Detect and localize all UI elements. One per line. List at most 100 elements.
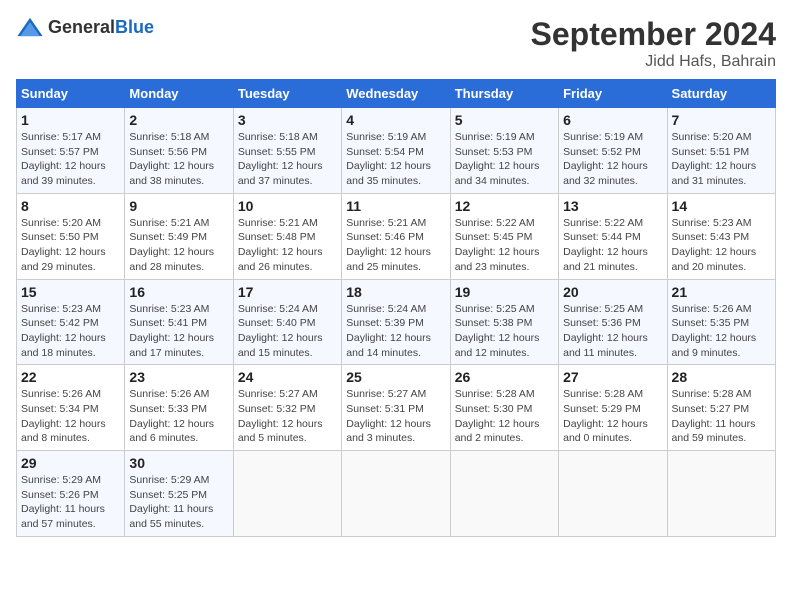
day-cell: 19 Sunrise: 5:25 AM Sunset: 5:38 PM Dayli… (450, 279, 558, 365)
day-cell: 13 Sunrise: 5:22 AM Sunset: 5:44 PM Dayli… (559, 193, 667, 279)
day-number: 10 (238, 198, 337, 214)
day-number: 25 (346, 369, 445, 385)
day-number: 17 (238, 284, 337, 300)
day-number: 3 (238, 112, 337, 128)
header-cell-sunday: Sunday (17, 80, 125, 108)
day-number: 27 (563, 369, 662, 385)
day-number: 5 (455, 112, 554, 128)
day-cell: 28 Sunrise: 5:28 AM Sunset: 5:27 PM Dayli… (667, 365, 775, 451)
day-info: Sunrise: 5:28 AM Sunset: 5:29 PM Dayligh… (563, 387, 662, 446)
logo: GeneralBlue (16, 16, 154, 38)
month-title: September 2024 (531, 16, 776, 53)
day-number: 30 (129, 455, 228, 471)
day-number: 4 (346, 112, 445, 128)
day-cell: 10 Sunrise: 5:21 AM Sunset: 5:48 PM Dayli… (233, 193, 341, 279)
day-number: 20 (563, 284, 662, 300)
day-number: 28 (672, 369, 771, 385)
day-cell (342, 451, 450, 537)
day-cell (667, 451, 775, 537)
page-header: GeneralBlue September 2024 Jidd Hafs, Ba… (16, 16, 776, 71)
day-info: Sunrise: 5:22 AM Sunset: 5:45 PM Dayligh… (455, 216, 554, 275)
day-cell: 17 Sunrise: 5:24 AM Sunset: 5:40 PM Dayli… (233, 279, 341, 365)
day-cell (233, 451, 341, 537)
day-cell (559, 451, 667, 537)
day-cell: 12 Sunrise: 5:22 AM Sunset: 5:45 PM Dayli… (450, 193, 558, 279)
day-cell: 15 Sunrise: 5:23 AM Sunset: 5:42 PM Dayli… (17, 279, 125, 365)
day-info: Sunrise: 5:25 AM Sunset: 5:36 PM Dayligh… (563, 302, 662, 361)
day-info: Sunrise: 5:23 AM Sunset: 5:42 PM Dayligh… (21, 302, 120, 361)
week-row-2: 8 Sunrise: 5:20 AM Sunset: 5:50 PM Daylig… (17, 193, 776, 279)
location-title: Jidd Hafs, Bahrain (531, 53, 776, 71)
day-info: Sunrise: 5:27 AM Sunset: 5:32 PM Dayligh… (238, 387, 337, 446)
day-info: Sunrise: 5:20 AM Sunset: 5:50 PM Dayligh… (21, 216, 120, 275)
day-number: 24 (238, 369, 337, 385)
header-row: SundayMondayTuesdayWednesdayThursdayFrid… (17, 80, 776, 108)
day-number: 16 (129, 284, 228, 300)
day-number: 7 (672, 112, 771, 128)
day-cell: 26 Sunrise: 5:28 AM Sunset: 5:30 PM Dayli… (450, 365, 558, 451)
day-info: Sunrise: 5:28 AM Sunset: 5:30 PM Dayligh… (455, 387, 554, 446)
day-number: 1 (21, 112, 120, 128)
day-number: 22 (21, 369, 120, 385)
day-cell: 9 Sunrise: 5:21 AM Sunset: 5:49 PM Daylig… (125, 193, 233, 279)
day-cell: 18Sunrise: 5:24 AM Sunset: 5:39 PM Dayli… (342, 279, 450, 365)
day-cell: 14 Sunrise: 5:23 AM Sunset: 5:43 PM Dayli… (667, 193, 775, 279)
day-cell: 2 Sunrise: 5:18 AM Sunset: 5:56 PM Daylig… (125, 108, 233, 194)
logo-text-general: General (48, 17, 115, 37)
day-cell: 16 Sunrise: 5:23 AM Sunset: 5:41 PM Dayli… (125, 279, 233, 365)
header-cell-tuesday: Tuesday (233, 80, 341, 108)
day-info: Sunrise: 5:28 AM Sunset: 5:27 PM Dayligh… (672, 387, 771, 446)
day-info: Sunrise: 5:23 AM Sunset: 5:43 PM Dayligh… (672, 216, 771, 275)
day-cell: 24 Sunrise: 5:27 AM Sunset: 5:32 PM Dayli… (233, 365, 341, 451)
day-info: Sunrise: 5:20 AM Sunset: 5:51 PM Dayligh… (672, 130, 771, 189)
day-info: Sunrise: 5:24 AM Sunset: 5:40 PM Dayligh… (238, 302, 337, 361)
day-info: Sunrise: 5:23 AM Sunset: 5:41 PM Dayligh… (129, 302, 228, 361)
day-info: Sunrise: 5:26 AM Sunset: 5:33 PM Dayligh… (129, 387, 228, 446)
day-number: 29 (21, 455, 120, 471)
day-number: 15 (21, 284, 120, 300)
day-info: Sunrise: 5:19 AM Sunset: 5:52 PM Dayligh… (563, 130, 662, 189)
day-number: 6 (563, 112, 662, 128)
header-cell-friday: Friday (559, 80, 667, 108)
day-info: Sunrise: 5:26 AM Sunset: 5:34 PM Dayligh… (21, 387, 120, 446)
day-info: Sunrise: 5:19 AM Sunset: 5:54 PM Dayligh… (346, 130, 445, 189)
header-cell-monday: Monday (125, 80, 233, 108)
day-info: Sunrise: 5:19 AM Sunset: 5:53 PM Dayligh… (455, 130, 554, 189)
day-info: Sunrise: 5:21 AM Sunset: 5:46 PM Dayligh… (346, 216, 445, 275)
week-row-3: 15 Sunrise: 5:23 AM Sunset: 5:42 PM Dayli… (17, 279, 776, 365)
day-number: 13 (563, 198, 662, 214)
day-number: 19 (455, 284, 554, 300)
calendar-table: SundayMondayTuesdayWednesdayThursdayFrid… (16, 79, 776, 537)
week-row-1: 1Sunrise: 5:17 AM Sunset: 5:57 PM Daylig… (17, 108, 776, 194)
day-info: Sunrise: 5:24 AM Sunset: 5:39 PM Dayligh… (346, 302, 445, 361)
day-number: 9 (129, 198, 228, 214)
day-cell (450, 451, 558, 537)
title-block: September 2024 Jidd Hafs, Bahrain (531, 16, 776, 71)
day-info: Sunrise: 5:21 AM Sunset: 5:49 PM Dayligh… (129, 216, 228, 275)
day-number: 14 (672, 198, 771, 214)
day-number: 23 (129, 369, 228, 385)
day-cell: 27 Sunrise: 5:28 AM Sunset: 5:29 PM Dayli… (559, 365, 667, 451)
day-cell: 11 Sunrise: 5:21 AM Sunset: 5:46 PM Dayli… (342, 193, 450, 279)
day-number: 11 (346, 198, 445, 214)
day-number: 26 (455, 369, 554, 385)
day-cell: 23 Sunrise: 5:26 AM Sunset: 5:33 PM Dayli… (125, 365, 233, 451)
day-cell: 22 Sunrise: 5:26 AM Sunset: 5:34 PM Dayli… (17, 365, 125, 451)
day-number: 8 (21, 198, 120, 214)
day-number: 2 (129, 112, 228, 128)
logo-icon (16, 16, 44, 38)
day-number: 12 (455, 198, 554, 214)
day-info: Sunrise: 5:21 AM Sunset: 5:48 PM Dayligh… (238, 216, 337, 275)
day-info: Sunrise: 5:29 AM Sunset: 5:26 PM Dayligh… (21, 473, 120, 532)
header-cell-saturday: Saturday (667, 80, 775, 108)
day-cell: 29 Sunrise: 5:29 AM Sunset: 5:26 PM Dayli… (17, 451, 125, 537)
logo-text-blue: Blue (115, 17, 154, 37)
day-cell: 4 Sunrise: 5:19 AM Sunset: 5:54 PM Daylig… (342, 108, 450, 194)
day-info: Sunrise: 5:18 AM Sunset: 5:56 PM Dayligh… (129, 130, 228, 189)
day-cell: 25Sunrise: 5:27 AM Sunset: 5:31 PM Dayli… (342, 365, 450, 451)
day-cell: 8 Sunrise: 5:20 AM Sunset: 5:50 PM Daylig… (17, 193, 125, 279)
day-info: Sunrise: 5:25 AM Sunset: 5:38 PM Dayligh… (455, 302, 554, 361)
day-info: Sunrise: 5:22 AM Sunset: 5:44 PM Dayligh… (563, 216, 662, 275)
day-cell: 21Sunrise: 5:26 AM Sunset: 5:35 PM Dayli… (667, 279, 775, 365)
week-row-4: 22 Sunrise: 5:26 AM Sunset: 5:34 PM Dayli… (17, 365, 776, 451)
